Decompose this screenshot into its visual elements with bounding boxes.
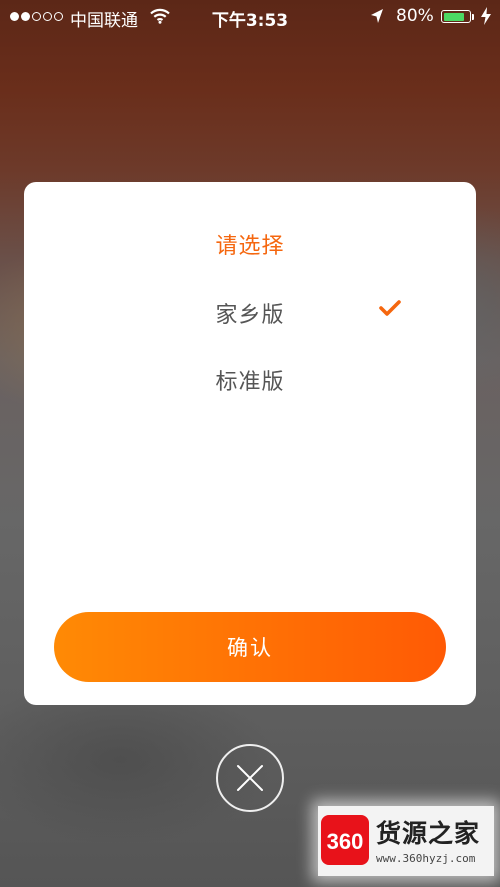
battery-cap: [472, 14, 474, 20]
option-hometown-edition[interactable]: 家乡版: [24, 285, 476, 335]
watermark: 360 货源之家 www.360hyzj.com: [318, 806, 494, 876]
battery-percent: 80%: [396, 6, 434, 26]
close-icon: [237, 765, 263, 791]
status-bar: 中国联通 下午3:53 80%: [0, 0, 500, 34]
charging-bolt-icon: [480, 7, 492, 30]
battery-icon: [441, 10, 471, 23]
option-standard-edition[interactable]: 标准版: [24, 352, 476, 402]
location-arrow-icon: [370, 8, 384, 29]
close-button[interactable]: [216, 744, 284, 812]
dialog-title: 请选择: [215, 234, 285, 259]
watermark-url: www.360hyzj.com: [376, 852, 476, 865]
option-label: 标准版: [215, 370, 285, 395]
battery-level: [443, 12, 464, 21]
watermark-logo: 360: [321, 815, 369, 865]
svg-text:360: 360: [327, 829, 364, 854]
checkmark-icon: [379, 299, 401, 321]
confirm-button[interactable]: 确认: [54, 612, 446, 682]
option-label: 家乡版: [215, 303, 285, 328]
watermark-name: 货源之家: [376, 819, 481, 848]
selection-dialog: 请选择 家乡版 标准版 确认: [24, 182, 476, 705]
